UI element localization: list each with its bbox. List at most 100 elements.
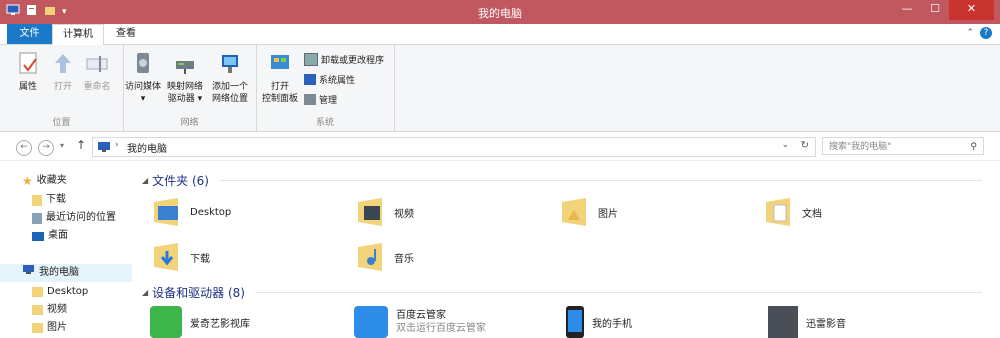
device-iqiyi[interactable]: 爱奇艺影视库 xyxy=(150,306,250,338)
baidu-cloud-icon xyxy=(354,306,388,338)
music-folder-icon xyxy=(356,241,386,273)
network-drive-icon xyxy=(173,51,197,77)
folder-documents[interactable]: 文档 xyxy=(764,196,822,228)
folder-desktop[interactable]: Desktop xyxy=(152,196,231,228)
forward-button[interactable]: → xyxy=(38,140,54,156)
sidebar-item-pc-pictures[interactable]: 图片 xyxy=(32,319,67,337)
help-icon[interactable]: ? xyxy=(980,27,992,39)
add-location-label-2: 网络位置 xyxy=(211,94,248,104)
video-folder-icon xyxy=(356,196,386,228)
properties-icon xyxy=(16,51,40,77)
section-title: 文件夹 (6) xyxy=(152,174,209,188)
sidebar-item-favorites[interactable]: ★ 收藏夹 xyxy=(22,172,67,190)
control-panel-icon xyxy=(268,51,292,77)
up-icon[interactable]: ↑ xyxy=(76,138,86,152)
sidebar-item-desktop[interactable]: 桌面 xyxy=(32,227,68,245)
address-box[interactable]: › 我的电脑 ⌄ ↻ xyxy=(92,137,816,157)
back-button[interactable]: ← xyxy=(16,140,32,156)
refresh-icon[interactable]: ↻ xyxy=(801,140,809,151)
chevron-down-icon: ▾ xyxy=(140,94,146,104)
desktop-icon xyxy=(32,231,44,241)
folder-label: 下载 xyxy=(190,253,210,265)
device-label: 迅雷影音 xyxy=(806,318,846,330)
tab-view[interactable]: 查看 xyxy=(108,24,144,44)
folders-section-header[interactable]: ◢ 文件夹 (6) xyxy=(142,172,982,189)
folder-videos[interactable]: 视频 xyxy=(356,196,414,228)
system-properties-label: 系统属性 xyxy=(319,76,356,86)
folder-pictures[interactable]: 图片 xyxy=(560,196,618,228)
map-drive-button[interactable]: 映射网络 驱动器 ▾ xyxy=(165,51,205,105)
search-icon[interactable]: ⚲ xyxy=(970,138,977,156)
tab-file[interactable]: 文件 xyxy=(7,24,52,44)
collapse-icon[interactable]: ◢ xyxy=(142,288,148,297)
collapse-icon[interactable]: ◢ xyxy=(142,176,148,185)
sidebar-item-downloads[interactable]: 下载 xyxy=(32,191,66,209)
open-icon xyxy=(51,51,75,77)
sidebar-item-this-pc[interactable]: 我的电脑 xyxy=(0,264,132,282)
close-button[interactable]: ✕ xyxy=(949,0,994,20)
add-network-location-button[interactable]: 添加一个 网络位置 xyxy=(207,51,253,105)
address-bar-row: ← → ▾ ↑ › 我的电脑 ⌄ ↻ 搜索"我的电脑" ⚲ xyxy=(0,132,1000,161)
title-bar: ▾ 我的电脑 — ☐ ✕ xyxy=(0,0,1000,24)
uninstall-button[interactable]: 卸载或更改程序 xyxy=(304,53,384,66)
navigation-pane: ★ 收藏夹 下载 最近访问的位置 桌面 我的电脑 Desktop 视频 图片 xyxy=(0,170,134,337)
add-location-label-1: 添加一个 xyxy=(211,82,248,92)
phone-icon xyxy=(566,306,584,338)
sidebar-item-label: 我的电脑 xyxy=(39,267,79,278)
sidebar-item-label: 桌面 xyxy=(48,230,68,241)
control-panel-label-2: 控制面板 xyxy=(261,94,298,104)
computer-icon xyxy=(97,141,111,156)
downloads-folder-icon xyxy=(152,241,182,273)
properties-button[interactable]: 属性 xyxy=(10,51,46,93)
tab-computer[interactable]: 计算机 xyxy=(52,24,104,46)
sidebar-item-pc-desktop[interactable]: Desktop xyxy=(32,283,88,301)
breadcrumb-separator-icon[interactable]: › xyxy=(115,140,119,150)
section-title: 设备和驱动器 (8) xyxy=(152,286,245,300)
search-placeholder: 搜索"我的电脑" xyxy=(829,142,892,152)
chevron-down-icon[interactable]: ⌄ xyxy=(781,140,789,150)
folder-label: 文档 xyxy=(802,208,822,220)
rename-label: 重命名 xyxy=(83,82,111,92)
sidebar-item-label: Desktop xyxy=(47,286,89,297)
search-input[interactable]: 搜索"我的电脑" ⚲ xyxy=(822,137,984,155)
pictures-folder-icon xyxy=(32,323,43,333)
ribbon-tabs: 文件 计算机 查看 ⌃ ? xyxy=(0,24,1000,46)
device-baidu-cloud[interactable]: 百度云管家 双击运行百度云管家 xyxy=(354,306,486,338)
folder-music[interactable]: 音乐 xyxy=(356,241,414,273)
chevron-up-icon[interactable]: ⌃ xyxy=(966,28,974,38)
desktop-folder-icon xyxy=(152,196,182,228)
control-panel-button[interactable]: 打开 控制面板 xyxy=(260,51,300,105)
breadcrumb[interactable]: 我的电脑 xyxy=(127,140,167,155)
network-group-label: 网络 xyxy=(180,118,199,128)
network-group: 访问媒体 ▾ 映射网络 驱动器 ▾ 添加一个网络位置 网络 xyxy=(123,45,257,131)
system-group: 打开 控制面板 卸载或更改程序 系统属性 管理 系统 xyxy=(256,45,395,131)
device-my-phone[interactable]: 我的手机 xyxy=(566,306,632,338)
network-location-icon xyxy=(218,51,242,77)
folder-icon xyxy=(32,287,43,297)
uninstall-label: 卸载或更改程序 xyxy=(321,56,385,66)
manage-button[interactable]: 管理 xyxy=(304,93,337,106)
maximize-button[interactable]: ☐ xyxy=(921,0,949,20)
system-properties-icon xyxy=(304,74,316,85)
device-label: 爱奇艺影视库 xyxy=(190,318,250,330)
map-drive-label-2: 驱动器 xyxy=(167,94,195,104)
recent-locations-icon[interactable]: ▾ xyxy=(60,141,64,150)
media-server-icon xyxy=(131,51,155,77)
folder-downloads[interactable]: 下载 xyxy=(152,241,210,273)
devices-section-header[interactable]: ◢ 设备和驱动器 (8) xyxy=(142,284,982,301)
content-pane: ◢ 文件夹 (6) Desktop 视频 图片 文档 下载 音乐 ◢ 设备和驱动… xyxy=(138,170,1000,338)
pictures-folder-icon xyxy=(560,196,590,228)
downloads-icon xyxy=(32,194,42,206)
minimize-button[interactable]: — xyxy=(893,0,921,20)
sidebar-item-pc-videos[interactable]: 视频 xyxy=(32,301,67,319)
system-group-label: 系统 xyxy=(315,118,334,128)
location-group: 属性 打开 重命名 位置 xyxy=(0,45,124,131)
access-media-button[interactable]: 访问媒体 ▾ xyxy=(123,51,163,105)
device-xunlei[interactable]: 迅雷影音 xyxy=(768,306,846,338)
open-button[interactable]: 打开 xyxy=(48,51,78,93)
system-properties-button[interactable]: 系统属性 xyxy=(304,73,355,86)
sidebar-item-recent[interactable]: 最近访问的位置 xyxy=(32,209,116,227)
properties-label: 属性 xyxy=(18,82,37,92)
rename-button[interactable]: 重命名 xyxy=(80,51,114,93)
window-title: 我的电脑 xyxy=(478,7,522,20)
